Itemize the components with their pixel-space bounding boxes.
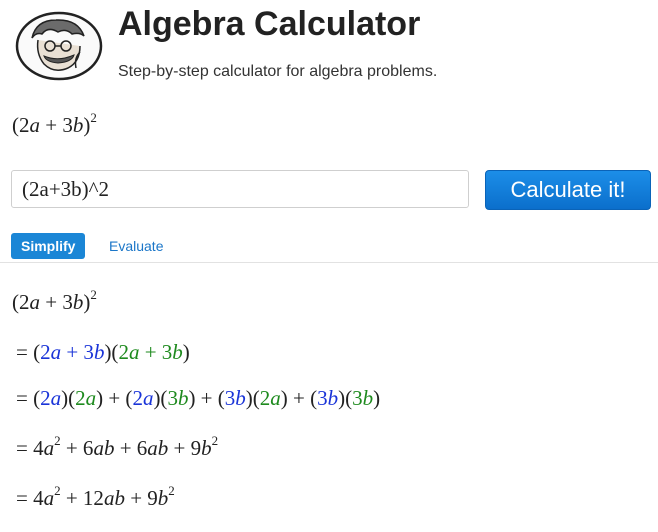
solution-step-3: = 4a2 + 6ab + 6ab + 9b2 bbox=[16, 433, 219, 460]
page-title: Algebra Calculator bbox=[118, 5, 421, 43]
tab-evaluate[interactable]: Evaluate bbox=[109, 236, 163, 256]
divider bbox=[0, 262, 658, 263]
tab-simplify[interactable]: Simplify bbox=[11, 233, 86, 259]
expression-input[interactable] bbox=[11, 170, 469, 208]
solution-step-4: = 4a2 + 12ab + 9b2 bbox=[16, 483, 175, 510]
calculate-button[interactable]: Calculate it! bbox=[485, 170, 651, 210]
solution-step-1: = (2a + 3b)(2a + 3b) bbox=[16, 340, 190, 364]
solution-step-0: (2a + 3b)2 bbox=[12, 287, 97, 314]
avatar bbox=[14, 10, 104, 82]
solution-step-2: = (2a)(2a) + (2a)(3b) + (3b)(2a) + (3b)(… bbox=[16, 386, 381, 410]
expression-preview: (2a + 3b)2 bbox=[12, 110, 97, 137]
page-subtitle: Step-by-step calculator for algebra prob… bbox=[118, 63, 438, 80]
